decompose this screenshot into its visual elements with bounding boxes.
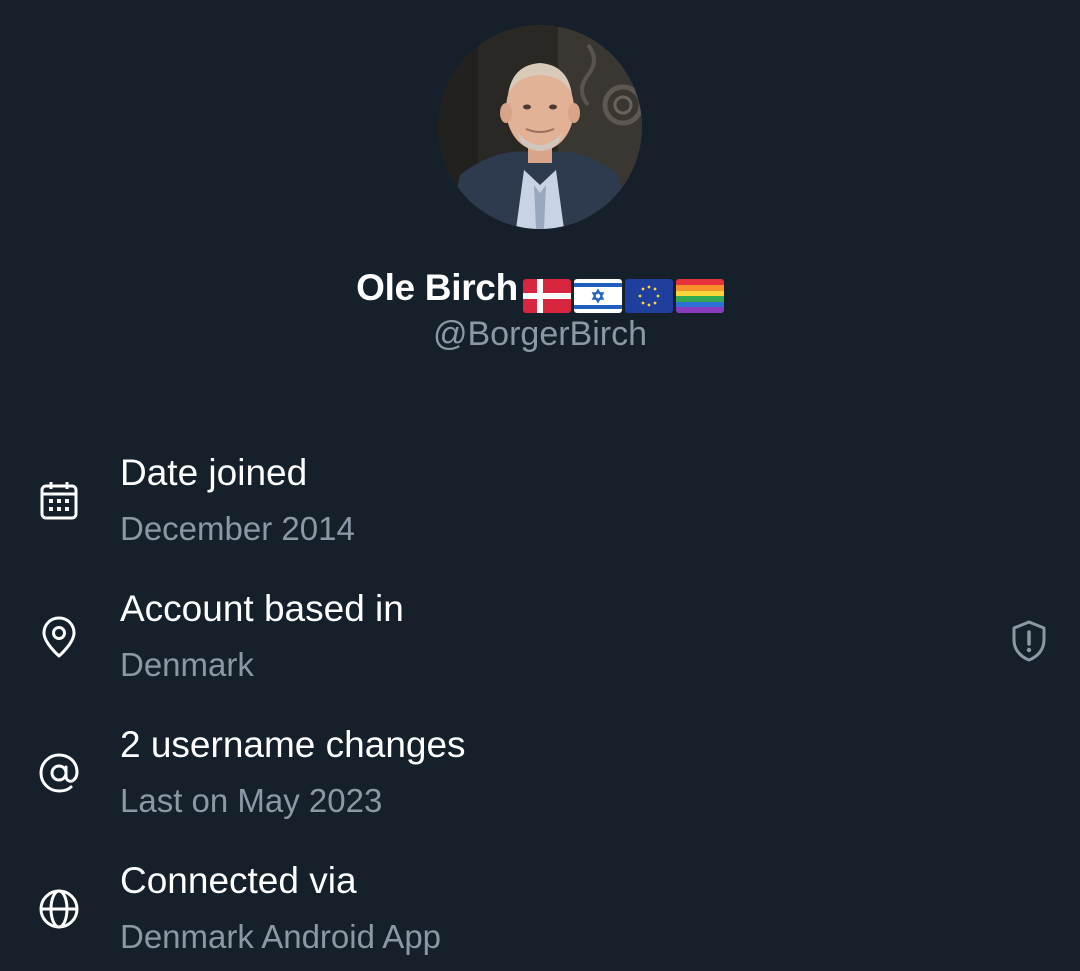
username-handle: @BorgerBirch <box>432 315 648 353</box>
rainbow-flag-icon <box>675 278 724 313</box>
display-name-row: Ole Birch <box>0 262 1080 314</box>
account-based-in-value: Denmark <box>120 646 254 683</box>
location-pin-icon <box>36 614 82 660</box>
username-changes-label: 2 username changes <box>120 724 466 765</box>
display-name: Ole Birch <box>356 267 518 308</box>
eu-flag-icon <box>624 278 673 313</box>
list-item-account-based-in: Account based in Denmark <box>0 572 1080 692</box>
username-changes-value: Last on May 2023 <box>120 782 383 819</box>
avatar[interactable] <box>438 25 642 229</box>
at-sign-icon <box>36 750 82 796</box>
date-joined-label: Date joined <box>120 452 308 493</box>
calendar-icon <box>36 478 82 524</box>
connected-via-value: Denmark Android App <box>120 918 442 955</box>
israel-flag-icon <box>573 278 622 313</box>
avatar-photo <box>438 25 642 229</box>
name-flags <box>520 270 724 313</box>
date-joined-value: December 2014 <box>120 510 355 547</box>
shield-alert-icon[interactable] <box>1006 618 1052 664</box>
profile-header: Ole Birch @BorgerBirch <box>0 0 1080 380</box>
connected-via-label: Connected via <box>120 860 357 901</box>
globe-icon <box>36 886 82 932</box>
account-based-in-label: Account based in <box>120 588 404 629</box>
list-item-date-joined: Date joined December 2014 <box>0 436 1080 556</box>
list-item-connected-via: Connected via Denmark Android App <box>0 844 1080 964</box>
denmark-flag-icon <box>522 278 571 313</box>
list-item-username-changes: 2 username changes Last on May 2023 <box>0 708 1080 828</box>
